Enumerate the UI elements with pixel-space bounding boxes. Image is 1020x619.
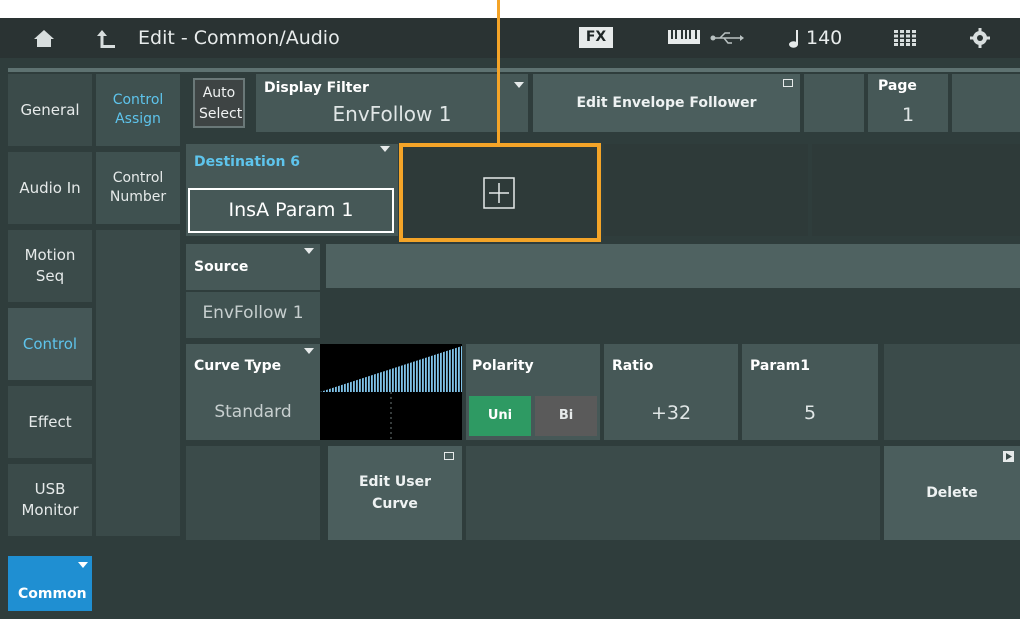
polarity-bi-button[interactable]: Bi <box>535 396 597 436</box>
auto-select-button[interactable]: Auto Select <box>193 78 245 128</box>
ratio-panel[interactable]: Ratio +32 <box>604 344 738 440</box>
keyboard-icon <box>668 30 700 44</box>
dropdown-arrow-icon <box>304 248 314 254</box>
common-tab[interactable]: Common <box>8 556 92 611</box>
polarity-uni-label: Uni <box>487 408 513 423</box>
sidebar-item-audio-in[interactable]: Audio In <box>8 152 92 224</box>
callout-line <box>497 0 500 144</box>
sidebar-item-usb-monitor[interactable]: USB Monitor <box>8 464 92 536</box>
empty-destination-slot <box>812 144 1020 236</box>
polarity-bi-label: Bi <box>558 408 574 423</box>
display-filter-value: EnvFollow 1 <box>332 102 452 126</box>
sidebar-item-label: USB Monitor <box>21 480 79 519</box>
note-icon <box>789 30 798 48</box>
polarity-uni-button[interactable]: Uni <box>469 396 531 436</box>
empty-cell <box>952 74 1020 132</box>
source-value-box[interactable]: EnvFollow 1 <box>186 292 320 338</box>
fx-label: FX <box>585 29 607 45</box>
auto-select-label: Auto Select <box>199 85 243 122</box>
usb-icon <box>710 32 744 44</box>
empty-subtab <box>96 230 180 536</box>
edit-user-curve-label: Edit User Curve <box>358 474 432 512</box>
polarity-label: Polarity <box>472 358 534 374</box>
empty-cell <box>186 446 320 540</box>
sidebar-item-control[interactable]: Control <box>8 308 92 380</box>
dropdown-arrow-icon <box>78 562 88 568</box>
curve-type-dropdown[interactable]: Curve Type Standard <box>186 344 320 440</box>
source-label: Source <box>194 259 249 275</box>
param1-label: Param1 <box>750 358 811 374</box>
source-dropdown[interactable]: Source <box>186 244 320 290</box>
edit-user-curve-button[interactable]: Edit User Curve <box>328 446 462 540</box>
dropdown-arrow-icon <box>304 348 314 354</box>
sidebar-item-label: Motion Seq <box>24 246 76 285</box>
top-divider <box>8 68 1020 72</box>
source-bar <box>326 244 1020 288</box>
bottom-area <box>466 446 880 540</box>
back-arrow-icon[interactable] <box>96 28 116 50</box>
grid-icon[interactable] <box>894 30 916 46</box>
destination-panel[interactable]: Destination 6 InsA Param 1 <box>186 144 398 236</box>
tab-control-assign[interactable]: Control Assign <box>96 74 180 146</box>
sidebar-item-label: Control <box>22 334 78 353</box>
empty-destination-slot <box>604 144 808 236</box>
popup-icon <box>783 79 793 87</box>
destination-value: InsA Param 1 <box>228 199 354 221</box>
page-title: Edit - Common/Audio <box>138 27 340 49</box>
gear-icon[interactable] <box>970 28 990 48</box>
curve-type-label: Curve Type <box>194 358 282 374</box>
curve-type-value: Standard <box>214 402 292 422</box>
edit-envelope-follower-button[interactable]: Edit Envelope Follower <box>533 74 800 132</box>
sidebar-item-label: Audio In <box>19 178 81 197</box>
destination-label: Destination 6 <box>194 154 301 170</box>
common-label: Common <box>18 586 87 602</box>
sidebar-item-motion-seq[interactable]: Motion Seq <box>8 230 92 302</box>
plus-icon <box>483 177 515 209</box>
curve-graph-svg <box>320 346 462 440</box>
page-label: Page <box>878 78 917 94</box>
param1-value: 5 <box>803 402 817 424</box>
page-selector[interactable]: Page 1 <box>868 74 948 132</box>
empty-cell <box>884 344 1020 440</box>
ratio-value: +32 <box>650 402 692 424</box>
home-icon[interactable] <box>33 29 55 48</box>
delete-label: Delete <box>926 485 978 501</box>
ratio-label: Ratio <box>612 358 654 374</box>
play-corner-icon <box>1003 451 1014 462</box>
dropdown-arrow-icon <box>380 146 390 152</box>
param1-panel[interactable]: Param1 5 <box>742 344 878 440</box>
display-filter-dropdown[interactable]: Display Filter EnvFollow 1 <box>256 74 528 132</box>
dropdown-arrow-icon <box>514 82 524 88</box>
tab-control-number[interactable]: Control Number <box>96 152 180 224</box>
sidebar-item-label: Effect <box>28 412 72 431</box>
add-destination-button[interactable] <box>399 143 601 242</box>
sidebar-item-label: General <box>20 100 80 119</box>
empty-cell <box>804 74 864 132</box>
source-value: EnvFollow 1 <box>202 303 304 323</box>
curve-graph <box>320 344 462 440</box>
polarity-panel: Polarity Uni Bi <box>466 344 600 440</box>
page-value: 1 <box>901 104 915 126</box>
fx-badge[interactable]: FX <box>579 27 613 48</box>
popup-icon <box>444 452 454 460</box>
display-filter-label: Display Filter <box>264 80 369 96</box>
sidebar-item-general[interactable]: General <box>8 74 92 146</box>
edit-envelope-follower-label: Edit Envelope Follower <box>576 95 757 111</box>
tempo-value[interactable]: 140 <box>806 18 842 58</box>
title-bar: Edit - Common/Audio FX 140 <box>0 18 1020 58</box>
delete-button[interactable]: Delete <box>884 446 1020 540</box>
sidebar-item-effect[interactable]: Effect <box>8 386 92 458</box>
tab-label: Control Number <box>109 170 167 205</box>
destination-value-box[interactable]: InsA Param 1 <box>188 188 394 233</box>
tab-label: Control Assign <box>112 92 164 127</box>
